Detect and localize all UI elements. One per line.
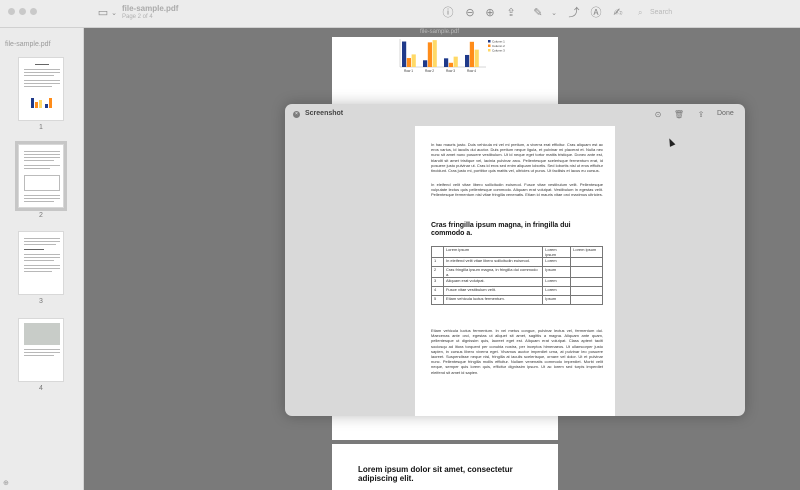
legend-label: Column 3 — [492, 48, 505, 52]
paragraph-3: Etiam vehicula luctus fermentum. In vel … — [431, 328, 603, 375]
page-thumbnail-1[interactable] — [18, 57, 64, 121]
table-cell: Lorem — [542, 257, 572, 267]
chart-bar — [406, 58, 411, 67]
done-button[interactable]: Done — [717, 110, 734, 117]
close-window-button[interactable] — [8, 8, 15, 15]
chart-bar — [427, 42, 432, 67]
table-cell: 5 — [431, 295, 444, 305]
chart-bar — [453, 56, 458, 67]
zoom-window-button[interactable] — [30, 8, 37, 15]
table-header-row: Lorem ipsum Lorem ipsum Lorem ipsum — [431, 246, 603, 258]
screenshot-preview: In hac mauris justo. Duis vehicula mi ve… — [415, 126, 615, 416]
info-icon[interactable]: ⓘ — [440, 5, 456, 21]
table-cell: Lorem ipsum — [442, 246, 544, 258]
table-cell: Fusce vitae vestibulum velit. — [442, 286, 544, 296]
page-number-4: 4 — [39, 385, 43, 392]
table-cell — [570, 257, 603, 267]
paragraph-2: In eleifend velit vitae libero sollicitu… — [431, 182, 603, 198]
legend-label: Column 1 — [492, 39, 505, 43]
chart-x-tick-label: Row 1 — [404, 69, 413, 73]
page-number-1: 1 — [39, 124, 43, 131]
chart-x-tick-label: Row 4 — [467, 69, 476, 73]
search-icon: ⌕ — [638, 8, 643, 17]
table-cell: 3 — [431, 277, 444, 287]
page-number-2: 2 — [39, 212, 43, 219]
table-cell: 2 — [431, 266, 444, 278]
table-cell: Cras fringilla ipsum magna, in fringilla… — [442, 266, 544, 278]
table-row: 1 In eleifend velit vitae libero sollici… — [431, 257, 603, 267]
table-cell: 1 — [431, 257, 444, 267]
zoom-in-icon[interactable]: ⊕ — [482, 5, 498, 21]
table-cell: Lorem — [542, 277, 572, 287]
rotate-icon[interactable]: ⤴ — [566, 5, 582, 21]
screenshot-header: × Screenshot ⊙ 🗑 ⇪ Done — [285, 104, 745, 124]
table-cell: 4 — [431, 286, 444, 296]
data-table: Lorem ipsum Lorem ipsum Lorem ipsum 1 In… — [431, 246, 603, 305]
chart-bar — [474, 49, 479, 67]
page-thumbnail-2[interactable] — [15, 141, 67, 211]
chart-bar — [423, 60, 428, 67]
thumbnail-sidebar: file-sample.pdf 1 2 3 4 ⊕ — [0, 28, 84, 490]
bar-chart: Row 1 Row 2 Row 3 Row 4 Column 1Column 2Col… — [399, 39, 505, 73]
page-thumbnail-4[interactable] — [18, 318, 64, 382]
minimize-window-button[interactable] — [19, 8, 26, 15]
page-indicator: Page 2 of 4 — [122, 14, 153, 20]
table-cell: In eleifend velit vitae libero sollicitu… — [442, 257, 544, 267]
sidebar-options-icon[interactable]: ⊕ — [3, 479, 9, 487]
table-row: 5 Etiam vehicula luctus fermentum. Ipsum — [431, 295, 603, 305]
table-cell: Aliquam erat volutpat. — [442, 277, 544, 287]
table-cell: Ipsum — [542, 266, 572, 278]
page-thumbnail-3[interactable] — [18, 231, 64, 295]
search-placeholder: Search — [650, 9, 673, 16]
chart-bar — [432, 40, 437, 67]
table-row: 2 Cras fringilla ipsum magna, in fringil… — [431, 266, 603, 278]
search-field[interactable]: ⌕ Search — [636, 6, 746, 20]
legend-swatch — [488, 49, 491, 52]
share-icon[interactable]: ⇪ — [695, 109, 707, 121]
chart-bar — [465, 54, 470, 67]
document-title: file-sample.pdf — [122, 4, 179, 13]
chart-bar — [448, 62, 453, 67]
page-number-3: 3 — [39, 298, 43, 305]
table-cell — [570, 266, 603, 278]
trash-icon[interactable]: 🗑 — [673, 109, 685, 121]
chart-bar — [469, 41, 474, 67]
annotate-icon[interactable]: Ⓐ — [588, 5, 604, 21]
sidebar-title: file-sample.pdf — [5, 41, 51, 48]
table-cell — [570, 277, 603, 287]
chart-bar — [402, 41, 407, 67]
chart-bar — [444, 58, 449, 67]
section-heading: Cras fringilla ipsum magna, in fringilla… — [431, 222, 571, 237]
sign-icon[interactable]: ✍ — [610, 5, 626, 21]
screenshot-panel: × Screenshot ⊙ 🗑 ⇪ Done In hac mauris ju… — [285, 104, 745, 416]
table-cell: Lorem ipsum — [570, 246, 603, 258]
legend-swatch — [488, 44, 491, 47]
table-cell: Lorem ipsum — [542, 246, 572, 258]
document-page-label: file-sample.pdf — [420, 29, 460, 35]
table-row: 4 Fusce vitae vestibulum velit. Lorem — [431, 286, 603, 296]
legend-swatch — [488, 40, 491, 43]
download-icon[interactable]: ⊙ — [652, 109, 664, 121]
table-cell: Ipsum — [542, 295, 572, 305]
markup-pen-icon[interactable]: ✎ — [530, 5, 546, 21]
zoom-out-icon[interactable]: ⊖ — [462, 5, 478, 21]
table-cell — [570, 295, 603, 305]
table-cell: Lorem — [542, 286, 572, 296]
chart-bar — [411, 54, 416, 67]
chevron-down-icon[interactable]: ⌄ — [106, 5, 122, 21]
toolbar: ▭ ⌄ file-sample.pdf Page 2 of 4 ⓘ ⊖ ⊕ ⇪ … — [0, 0, 800, 28]
screenshot-title: Screenshot — [305, 110, 344, 117]
table-cell — [570, 286, 603, 296]
table-cell: Etiam vehicula luctus fermentum. — [442, 295, 544, 305]
paragraph-1: In hac mauris justo. Duis vehicula mi ve… — [431, 142, 603, 174]
chevron-down-icon[interactable]: ⌄ — [546, 5, 562, 21]
page-heading: Lorem ipsum dolor sit amet, consectetur … — [358, 465, 513, 483]
chart-x-tick-label: Row 3 — [446, 69, 455, 73]
chart-x-tick-label: Row 2 — [425, 69, 434, 73]
close-icon[interactable]: × — [293, 111, 300, 118]
table-cell — [431, 246, 444, 258]
table-row: 3 Aliquam erat volutpat. Lorem — [431, 277, 603, 287]
legend-label: Column 2 — [492, 44, 505, 48]
share-icon[interactable]: ⇪ — [503, 5, 519, 21]
